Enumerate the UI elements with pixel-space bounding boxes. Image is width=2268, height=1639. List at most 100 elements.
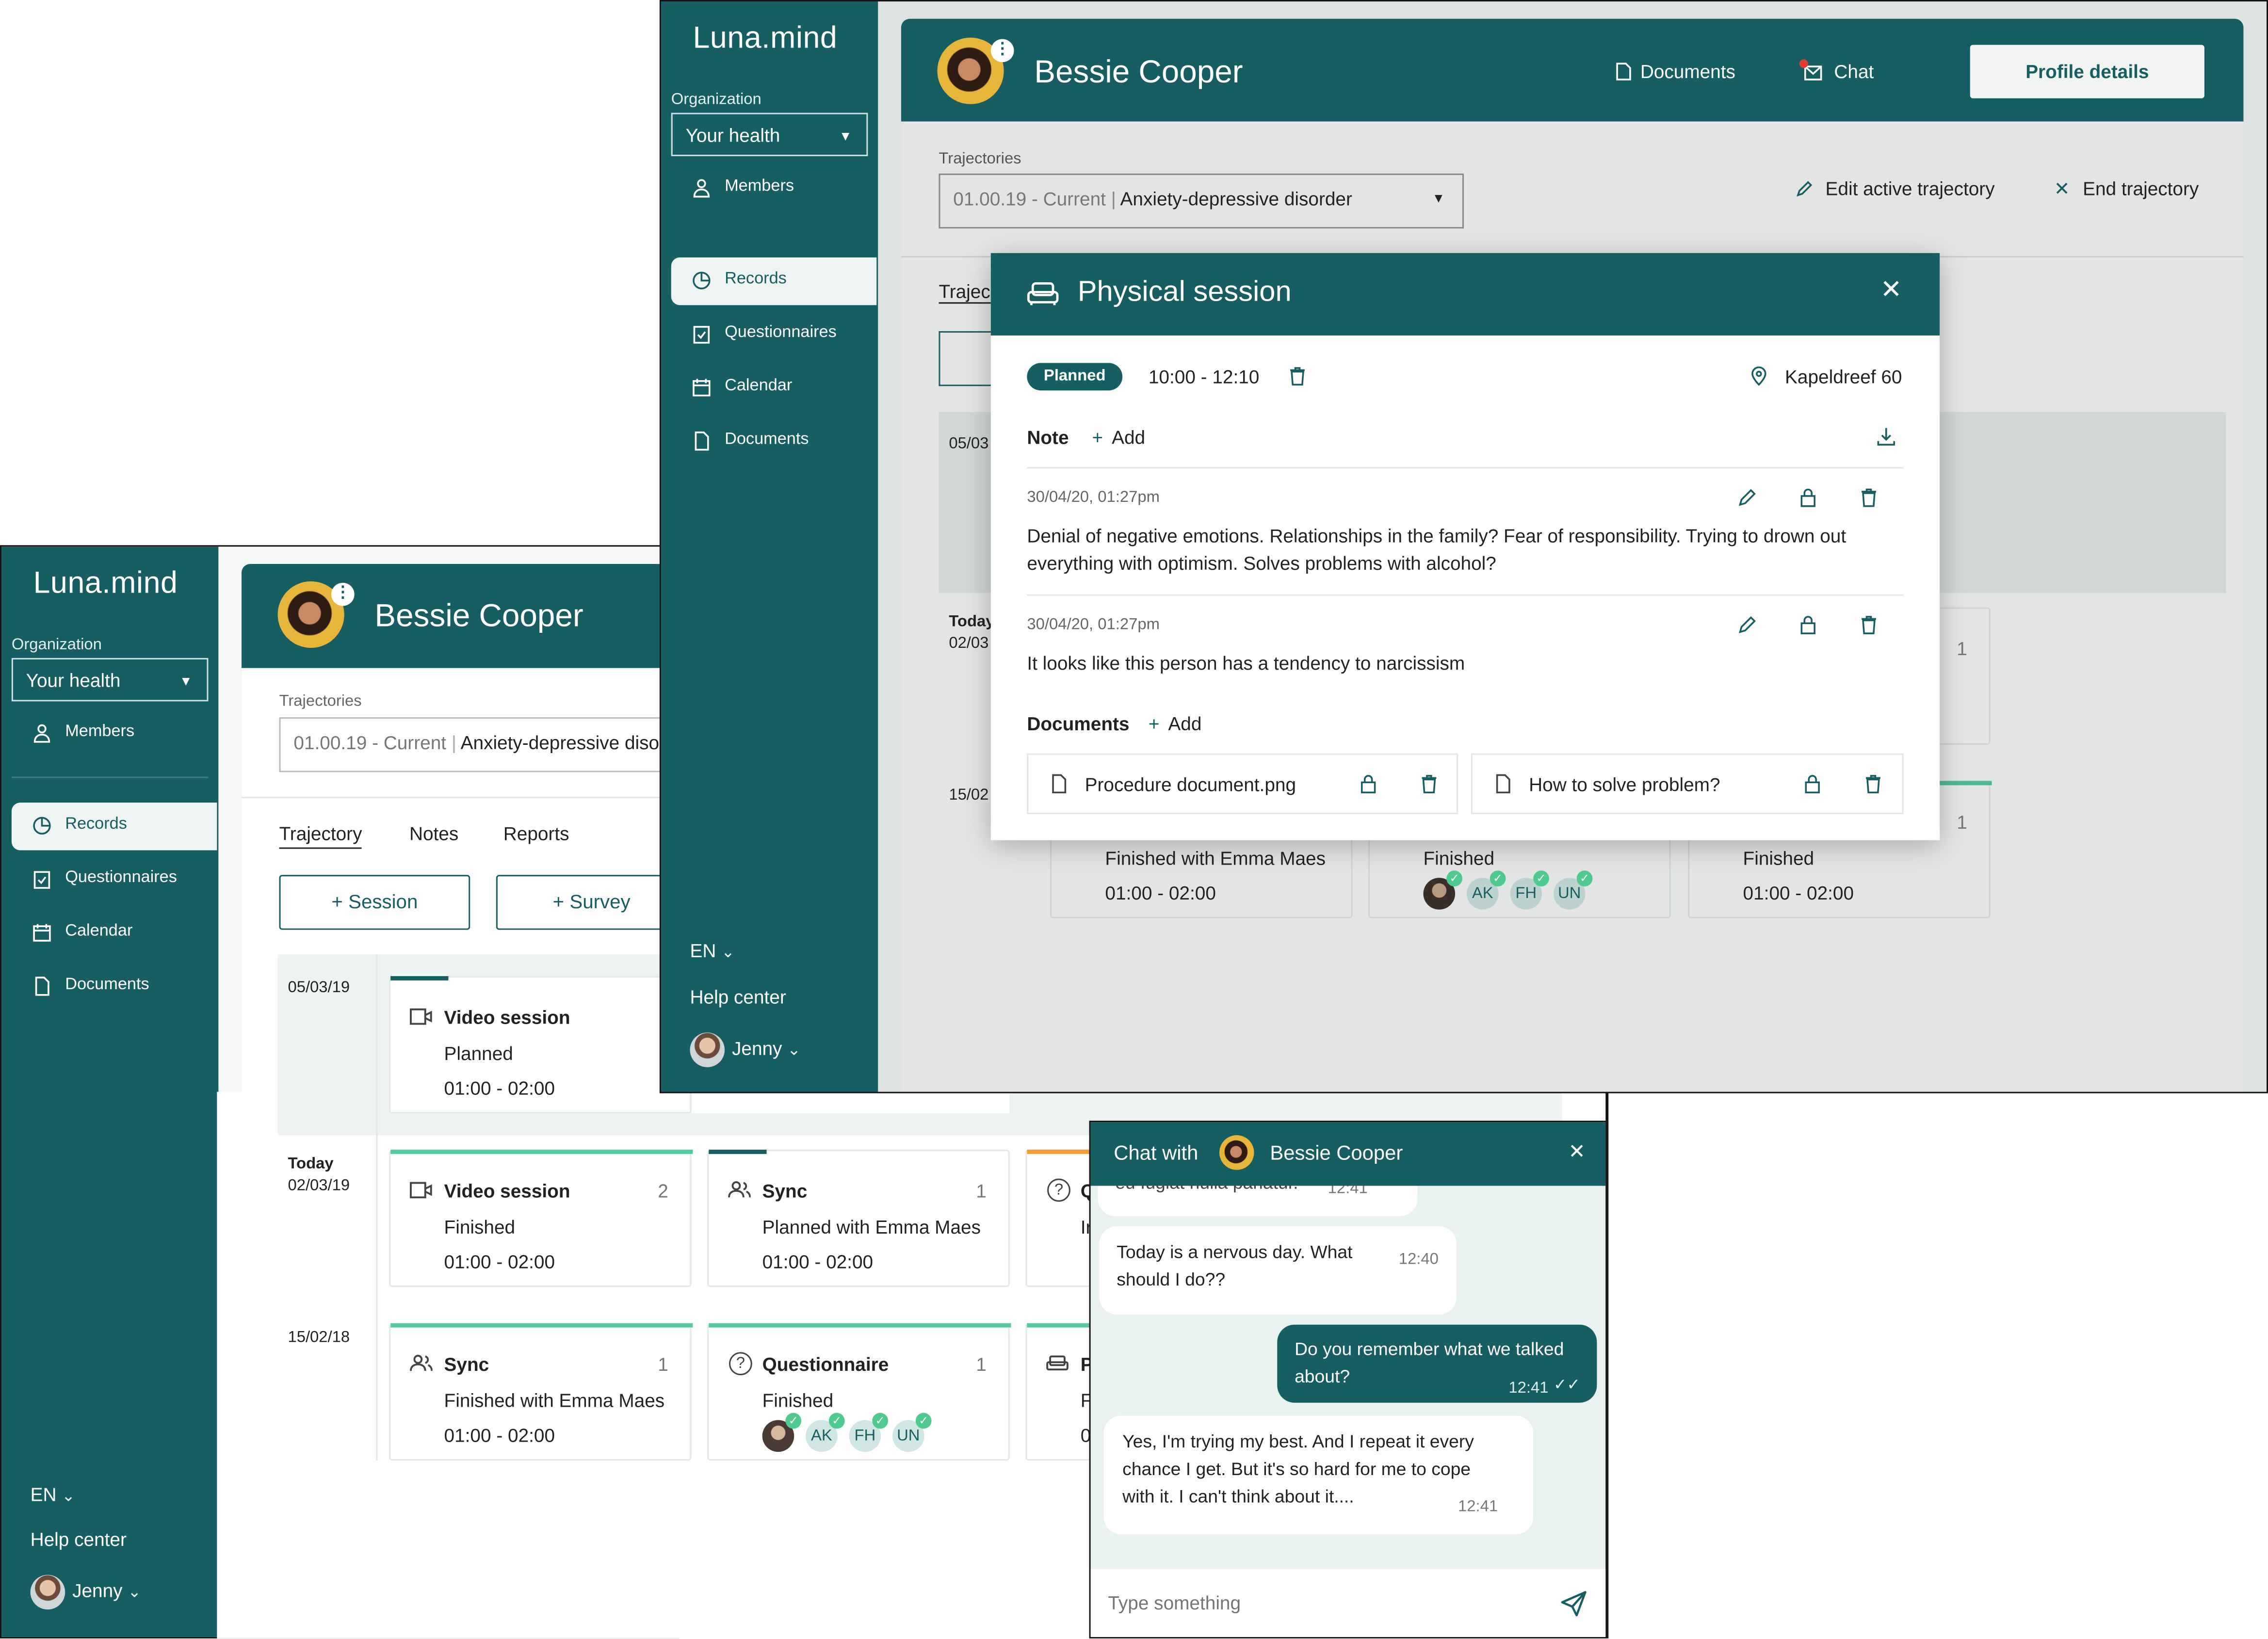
check-icon: ✓	[1533, 870, 1549, 887]
couch-icon	[1027, 282, 1059, 305]
session-card[interactable]: Video session 2 Finished 01:00 - 02:00	[389, 1149, 693, 1287]
note-label: Note	[1027, 426, 1069, 449]
language-select[interactable]: EN ⌄	[690, 940, 735, 962]
user-menu[interactable]: Jenny ⌄	[30, 1575, 141, 1610]
trash-icon[interactable]	[1859, 614, 1879, 635]
profile-details-button[interactable]: Profile details	[1970, 45, 2204, 98]
more-icon[interactable]: ⋮	[990, 39, 1014, 63]
help-center-link[interactable]: Help center	[31, 1528, 127, 1550]
timeline-date: 15/02/18	[288, 1329, 350, 1347]
app-logo: Luna.mind	[693, 21, 838, 55]
sidebar-item-records[interactable]: Records	[671, 257, 877, 305]
sidebar-item-label: Questionnaires	[725, 324, 837, 341]
org-select[interactable]: Your health ▼	[671, 112, 868, 157]
org-select-value: Your health	[26, 669, 121, 691]
close-icon: ✕	[2054, 177, 2070, 200]
chat-input[interactable]	[1108, 1588, 1528, 1617]
trash-icon[interactable]	[1287, 366, 1308, 386]
card-count: 1	[1957, 638, 1967, 659]
calendar-icon	[33, 924, 51, 942]
card-count: 1	[658, 1353, 668, 1376]
chat-title: Chat with	[1114, 1141, 1198, 1164]
sidebar-item-questionnaires[interactable]: Questionnaires	[671, 311, 876, 358]
add-session-button[interactable]: + Session	[279, 875, 470, 930]
tab-reports[interactable]: Reports	[503, 823, 569, 845]
document-item[interactable]: Procedure document.png	[1027, 753, 1458, 814]
sidebar-item-calendar[interactable]: Calendar	[12, 910, 217, 957]
add-document-label: Add	[1168, 713, 1202, 735]
patient-name: Bessie Cooper	[374, 597, 583, 634]
sidebar-item-calendar[interactable]: Calendar	[671, 365, 876, 412]
document-icon	[35, 977, 49, 996]
trajectory-select[interactable]: 01.00.19 - Current | Anxiety-depressive …	[279, 717, 679, 772]
check-icon: ✓	[1490, 870, 1506, 887]
close-icon[interactable]: ✕	[1880, 275, 1902, 305]
patient-header: ⋮ Bessie Cooper	[242, 564, 679, 668]
sidebar-item-documents[interactable]: Documents	[671, 418, 876, 466]
lock-icon[interactable]	[1358, 773, 1378, 794]
tab-trajectory[interactable]: Trajectory	[279, 823, 362, 849]
lock-icon[interactable]	[1802, 773, 1823, 794]
tab-trajectory-partial[interactable]: Trajec	[939, 281, 990, 304]
lock-icon[interactable]	[1798, 487, 1818, 508]
card-title: Sync	[444, 1353, 489, 1376]
session-card[interactable]: ? Questionnaire 1 Finished ✓ AK ✓ FH ✓ UN ✓	[707, 1323, 1011, 1461]
download-icon[interactable]	[1876, 427, 1896, 447]
end-trajectory-button[interactable]: ✕ End trajectory	[2054, 178, 2199, 201]
sidebar-item-records[interactable]: Records	[11, 803, 217, 851]
language-value: EN	[30, 1483, 57, 1506]
send-icon[interactable]	[1559, 1589, 1588, 1618]
more-icon[interactable]: ⋮	[331, 582, 355, 606]
edit-trajectory-button[interactable]: Edit active trajectory	[1795, 178, 1995, 200]
card-title: Questionnaire	[762, 1353, 889, 1376]
add-session-button-partial[interactable]	[939, 331, 997, 386]
session-card[interactable]: Sync 1 Finished with Emma Maes 01:00 - 0…	[389, 1323, 693, 1461]
language-select[interactable]: EN ⌄	[31, 1484, 75, 1506]
records-icon	[693, 272, 711, 289]
sidebar-item-label: Calendar	[65, 922, 133, 940]
sidebar-item-members[interactable]: Members	[12, 710, 217, 757]
org-select[interactable]: Your health ▼	[11, 658, 209, 702]
sidebar-item-members[interactable]: Members	[671, 165, 876, 212]
card-progress-bar	[390, 1149, 693, 1154]
participant-avatar: FH ✓	[849, 1413, 889, 1452]
header-chat-link[interactable]: Chat	[1799, 59, 1874, 82]
chat-message-text: Today is a nervous day. What should I do…	[1117, 1242, 1353, 1290]
add-document-button[interactable]: + Add	[1149, 713, 1202, 735]
chevron-down-icon: ⌄	[721, 944, 735, 962]
sidebar-item-questionnaires[interactable]: Questionnaires	[12, 856, 217, 903]
sidebar-item-documents[interactable]: Documents	[12, 963, 217, 1011]
session-card[interactable]: Sync 1 Planned with Emma Maes 01:00 - 02…	[707, 1149, 1010, 1287]
pencil-icon[interactable]	[1737, 614, 1758, 635]
add-survey-button[interactable]: + Survey	[496, 875, 679, 930]
trajectories-label: Trajectories	[939, 150, 1021, 168]
card-status: Finished	[444, 1216, 516, 1238]
lock-icon[interactable]	[1798, 614, 1818, 635]
check-icon: ✓	[1576, 870, 1593, 887]
trash-icon[interactable]	[1859, 487, 1879, 508]
members-icon	[33, 724, 50, 743]
card-title: Video session	[444, 1006, 570, 1028]
status-badge: Planned	[1027, 363, 1123, 391]
sidebar: Luna.mind Organization Your health ▼ Memb…	[1, 546, 219, 1637]
user-menu[interactable]: Jenny ⌄	[690, 1032, 801, 1067]
sidebar-item-label: Calendar	[725, 377, 793, 395]
help-center-link[interactable]: Help center	[690, 986, 786, 1008]
card-status: Planned	[444, 1043, 513, 1064]
tab-notes[interactable]: Notes	[409, 823, 458, 845]
pencil-icon[interactable]	[1737, 487, 1758, 508]
session-card[interactable]: Video session Planned 01:00 - 02:00	[389, 976, 692, 1114]
session-time: 10:00 - 12:10	[1148, 366, 1260, 388]
close-icon[interactable]: ✕	[1568, 1140, 1585, 1164]
members-icon	[693, 179, 710, 198]
edit-trajectory-label: Edit active trajectory	[1825, 177, 1995, 200]
add-note-button[interactable]: + Add	[1092, 427, 1146, 449]
header-documents-link[interactable]: Documents	[1616, 61, 1735, 82]
document-item[interactable]: How to solve problem?	[1471, 753, 1904, 814]
org-label: Organization	[671, 91, 761, 109]
sidebar-divider	[11, 776, 209, 778]
trash-icon[interactable]	[1419, 773, 1440, 794]
avatar: ✓	[1423, 870, 1463, 910]
trajectory-select[interactable]: 01.00.19 - Current | Anxiety-depressive …	[939, 173, 1464, 229]
trash-icon[interactable]	[1863, 773, 1883, 794]
